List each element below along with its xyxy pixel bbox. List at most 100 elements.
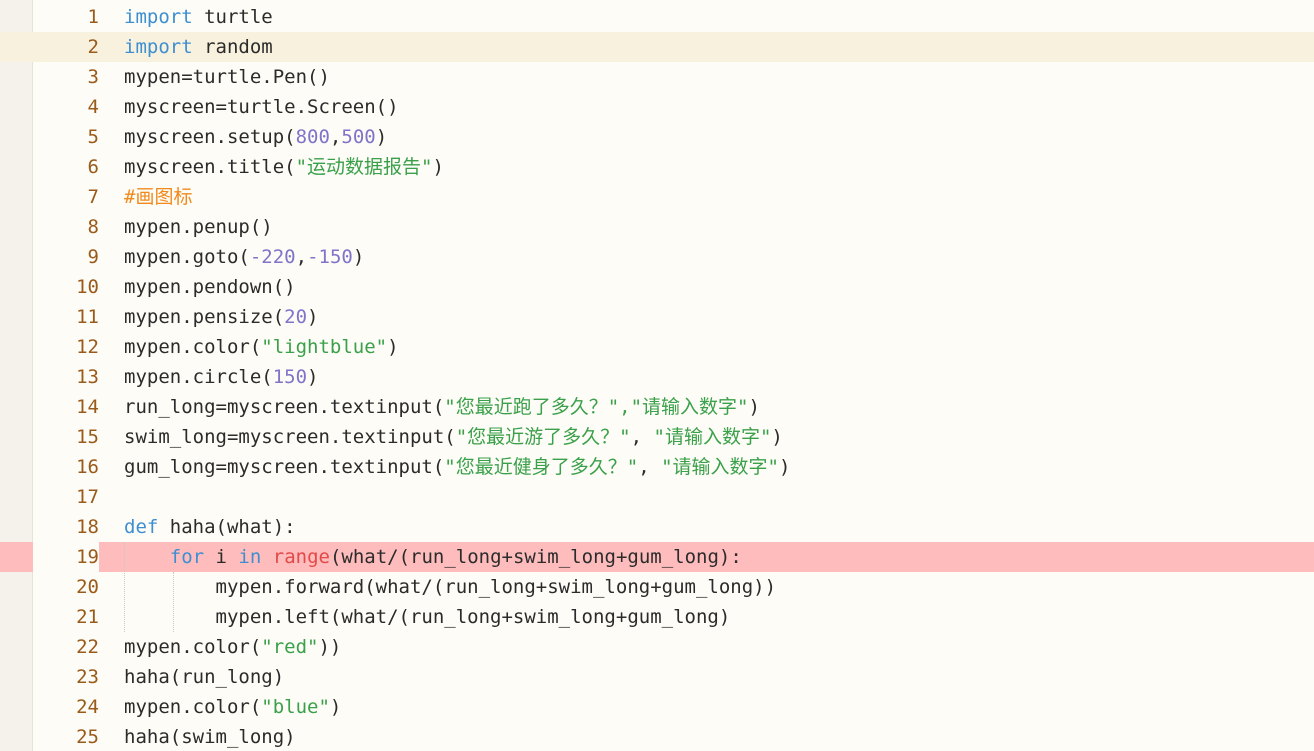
line-code[interactable]: swim_long=myscreen.textinput("您最近游了多久？",… [124,422,783,452]
code-token: "red" [261,636,319,658]
line-number: 2 [87,36,99,58]
line-code[interactable]: mypen.color("lightblue") [124,332,399,362]
code-token: ) [375,126,388,148]
line-number: 23 [76,666,99,688]
line-code[interactable]: mypen=turtle.Pen() [124,62,330,92]
code-line[interactable]: 19 for i in range(what/(run_long+swim_lo… [0,542,1314,572]
code-token: def [124,516,159,538]
code-line[interactable]: 13 mypen.circle(150) [0,362,1314,392]
code-line[interactable]: 18 def haha(what): [0,512,1314,542]
code-token: ) [352,246,365,268]
code-line[interactable]: 16 gum_long=myscreen.textinput("您最近健身了多久？… [0,452,1314,482]
code-token: ) [748,396,760,418]
code-token: mypen.penup() [124,216,273,238]
line-code[interactable]: mypen.color("blue") [124,692,341,722]
code-line[interactable]: 21 mypen.left(what/(run_long+swim_long+g… [0,602,1314,632]
code-line[interactable]: 15 swim_long=myscreen.textinput("您最近游了多久？… [0,422,1314,452]
code-token: myscreen.setup( [124,126,296,148]
code-line[interactable]: 23 haha(run_long) [0,662,1314,692]
code-token: )) [318,636,342,658]
line-number: 24 [76,696,99,718]
line-number: 19 [33,542,99,572]
code-line[interactable]: 2 import random [0,32,1314,62]
line-number: 10 [76,276,99,298]
line-code[interactable]: mypen.left(what/(run_long+swim_long+gum_… [124,602,731,632]
line-number: 1 [87,6,99,28]
code-token: "blue" [261,696,330,718]
code-line[interactable]: 5 myscreen.setup(800,500) [0,122,1314,152]
code-token: run_long=myscreen.textinput( [124,396,445,418]
code-token: mypen=turtle.Pen() [124,66,330,88]
line-code[interactable]: myscreen=turtle.Screen() [124,92,399,122]
line-code[interactable]: mypen.pensize(20) [124,302,319,332]
code-token: "lightblue" [261,336,388,358]
code-line[interactable]: 1 import turtle [0,2,1314,32]
line-code[interactable]: mypen.pendown() [124,272,296,302]
code-token: mypen.goto( [124,246,250,268]
line-code[interactable]: mypen.circle(150) [124,362,319,392]
line-code[interactable]: myscreen.setup(800,500) [124,122,387,152]
code-line[interactable]: 14 run_long=myscreen.textinput("您最近跑了多久？"… [0,392,1314,422]
code-line[interactable]: 7 #画图标 [0,182,1314,212]
line-code[interactable]: haha(swim_long) [124,722,296,751]
code-line[interactable]: 20 mypen.forward(what/(run_long+swim_lon… [0,572,1314,602]
code-line[interactable]: 12 mypen.color("lightblue") [0,332,1314,362]
line-number: 20 [76,576,99,598]
code-token: 800 [295,126,330,148]
line-code[interactable]: haha(run_long) [124,662,284,692]
code-token: -150 [307,246,353,268]
code-line[interactable]: 24 mypen.color("blue") [0,692,1314,722]
code-line[interactable]: 17 [0,482,1314,512]
code-line[interactable]: 3 mypen=turtle.Pen() [0,62,1314,92]
line-number: 6 [87,156,99,178]
line-code[interactable]: mypen.goto(-220,-150) [124,242,364,272]
code-token: swim_long=myscreen.textinput( [124,426,456,448]
line-code[interactable]: def haha(what): [124,512,296,542]
code-token: "您最近健身了多久？" [444,456,639,478]
code-token: import [124,6,193,28]
code-editor[interactable]: 1 import turtle 2 import random 3 mypen=turtl… [0,0,1314,751]
code-line[interactable]: 9 mypen.goto(-220,-150) [0,242,1314,272]
code-token: myscreen.title( [124,156,296,178]
line-code[interactable]: import random [124,32,273,62]
code-token: ) [387,336,399,358]
code-line[interactable]: 6 myscreen.title("运动数据报告") [0,152,1314,182]
code-token: mypen.pensize( [124,306,285,328]
code-token: mypen.left(what/(run_long+swim_long+gum_… [124,606,731,628]
line-code[interactable]: run_long=myscreen.textinput("您最近跑了多久？","… [124,392,760,422]
line-number: 9 [87,246,99,268]
code-token: in [238,546,262,568]
code-token: ) [778,456,791,478]
code-token: haha(what): [158,516,296,538]
code-line[interactable]: 11 mypen.pensize(20) [0,302,1314,332]
line-code[interactable]: mypen.penup() [124,212,273,242]
code-token: range [272,546,330,568]
code-line[interactable]: 25 haha(swim_long) [0,722,1314,751]
line-code[interactable]: mypen.forward(what/(run_long+swim_long+g… [124,572,777,602]
code-line[interactable]: 22 mypen.color("red")) [0,632,1314,662]
line-code[interactable]: gum_long=myscreen.textinput("您最近健身了多久？",… [124,452,790,482]
line-number: 18 [76,516,99,538]
code-token: turtle [192,6,273,28]
code-token: -220 [249,246,296,268]
code-line[interactable]: 10 mypen.pendown() [0,272,1314,302]
line-code[interactable]: import turtle [124,2,273,32]
code-token: ) [307,366,319,388]
line-code[interactable]: mypen.color("red")) [124,632,341,662]
line-number: 21 [76,606,99,628]
code-token: mypen.forward(what/(run_long+swim_long+g… [124,576,777,598]
code-token: ) [307,306,319,328]
code-line[interactable]: 8 mypen.penup() [0,212,1314,242]
line-number: 22 [76,636,99,658]
code-token: "请输入数字" [653,426,772,448]
line-number: 17 [76,486,99,508]
code-line[interactable]: 4 myscreen=turtle.Screen() [0,92,1314,122]
code-token: , [295,246,308,268]
code-token: "您最近跑了多久？","请输入数字" [444,396,749,418]
code-token: , [630,426,654,448]
line-code[interactable]: for i in range(what/(run_long+swim_long+… [124,542,742,572]
line-code[interactable]: myscreen.title("运动数据报告") [124,152,444,182]
line-code[interactable]: #画图标 [124,182,192,212]
